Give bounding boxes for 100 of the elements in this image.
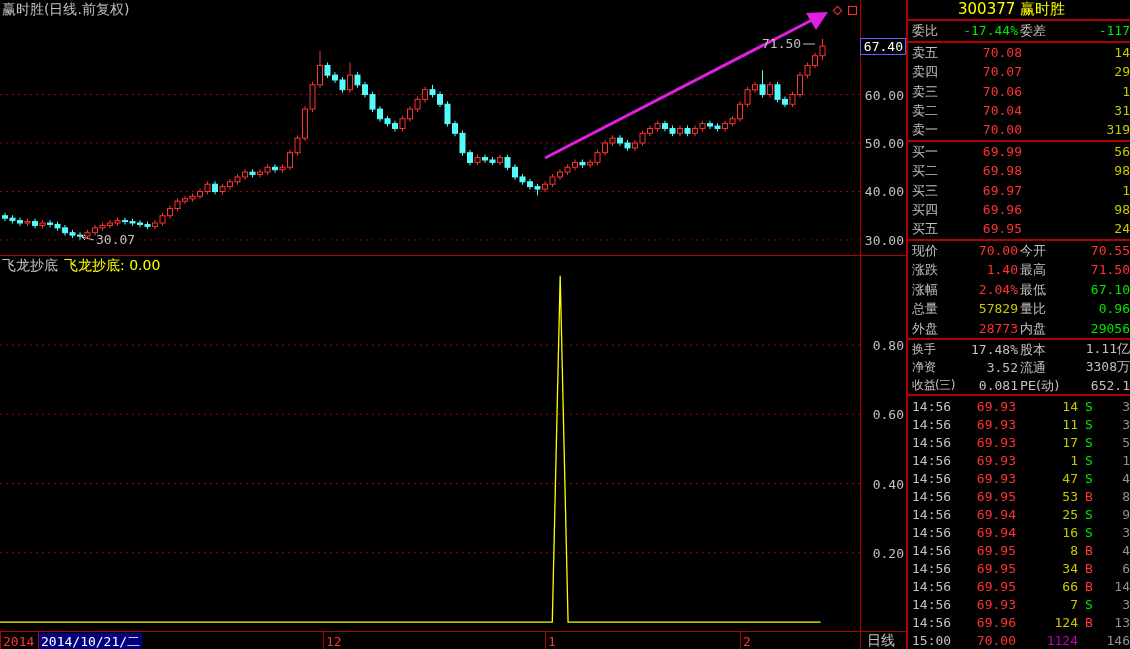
diamond-icon[interactable] xyxy=(832,5,843,16)
trade-volume: 14 xyxy=(1062,398,1078,414)
quote-label: 净资 xyxy=(912,358,936,376)
trade-side: S xyxy=(1085,416,1093,432)
trade-side: B xyxy=(1085,614,1093,630)
trade-time: 15:00 xyxy=(912,632,953,648)
quote-value: 70.55 xyxy=(1090,242,1130,258)
axis-label: 0.60 xyxy=(872,406,904,424)
axis-label: 50.00 xyxy=(864,135,904,152)
volume-value: 1 xyxy=(1122,182,1130,198)
price-value: 70.00 xyxy=(982,122,1022,138)
trade-side: S xyxy=(1085,434,1093,450)
quote-label: 内盘 xyxy=(1019,319,1047,337)
trade-time: 14:56 xyxy=(912,434,953,450)
volume-value: 14 xyxy=(1114,44,1130,60)
trade-count: 5 xyxy=(1122,434,1130,450)
trade-time: 14:56 xyxy=(912,578,953,594)
leader-line xyxy=(81,234,95,241)
quote-label: 涨跌 xyxy=(912,261,939,279)
trade-count: 3 xyxy=(1122,416,1130,432)
trade-price: 69.96 xyxy=(976,614,1016,630)
axis-label: 0.40 xyxy=(872,475,904,493)
volume-value: 24 xyxy=(1114,221,1130,237)
candlestick xyxy=(759,69,766,98)
quote-label: 委比 xyxy=(912,22,939,40)
quote-value: 67.10 xyxy=(1090,281,1130,297)
price-value: 69.95 xyxy=(982,221,1022,237)
trade-time: 14:56 xyxy=(912,560,953,576)
high-price-label: 71.50 xyxy=(762,36,802,51)
low-price-label: 30.07 xyxy=(96,232,136,247)
price-value: 70.08 xyxy=(982,44,1022,60)
date-label[interactable]: 2014 xyxy=(1,632,37,649)
trade-price: 69.95 xyxy=(976,578,1016,594)
price-value: 70.07 xyxy=(982,64,1022,80)
quote-value: 29056 xyxy=(1090,320,1130,336)
square-icon[interactable] xyxy=(848,6,857,15)
trade-count: 4 xyxy=(1122,542,1130,558)
trade-volume: 53 xyxy=(1062,488,1078,504)
quote-label: 现价 xyxy=(912,241,939,259)
axis-label: 60.00 xyxy=(864,86,904,104)
trade-volume: 11 xyxy=(1062,416,1078,432)
trade-count: 146 xyxy=(1106,632,1130,648)
candlestick xyxy=(272,163,278,174)
price-value: 69.96 xyxy=(982,201,1022,217)
trade-price: 69.94 xyxy=(976,524,1016,540)
axis-label: 40.00 xyxy=(864,183,904,201)
volume-value: 31 xyxy=(1114,102,1130,118)
trade-side: S xyxy=(1085,452,1093,468)
quote-value: -117 xyxy=(1098,23,1130,39)
trade-price: 69.95 xyxy=(976,488,1016,504)
leader-line xyxy=(802,43,816,45)
trade-count: 14 xyxy=(1114,578,1130,594)
level-label: 卖一 xyxy=(912,121,939,139)
trade-volume: 66 xyxy=(1062,578,1078,594)
level-label: 买三 xyxy=(912,181,939,199)
quote-label: 外盘 xyxy=(912,319,939,337)
level-label: 买五 xyxy=(912,220,939,238)
date-label[interactable]: 12 xyxy=(324,632,344,649)
quote-label: 委差 xyxy=(1019,22,1047,40)
level-label: 买二 xyxy=(912,162,939,180)
date-label[interactable]: 2 xyxy=(741,632,753,649)
level-label: 买四 xyxy=(912,200,939,218)
current-price-tag: 67.40 xyxy=(860,38,906,55)
volume-value: 1 xyxy=(1122,83,1130,99)
indicator-title: 飞龙抄底 xyxy=(2,257,58,275)
level-label: 卖五 xyxy=(912,43,939,61)
trade-side: B xyxy=(1085,488,1093,504)
quote-label: 今开 xyxy=(1019,241,1047,259)
indicator-value: 飞龙抄底: 0.00 xyxy=(64,257,161,275)
volume-value: 98 xyxy=(1114,201,1130,217)
quote-value: 0.081 xyxy=(978,377,1018,393)
quote-value: 2.04% xyxy=(978,281,1018,297)
volume-value: 98 xyxy=(1114,163,1130,179)
volume-value: 319 xyxy=(1106,122,1130,138)
quote-value: 17.48% xyxy=(971,341,1018,357)
trade-price: 69.93 xyxy=(976,452,1016,468)
quote-label: 流通 xyxy=(1019,358,1047,376)
candlestick xyxy=(347,62,353,94)
date-label[interactable]: 1 xyxy=(546,632,558,649)
date-label[interactable]: 2014/10/21/二 xyxy=(39,632,143,649)
trade-price: 69.94 xyxy=(976,506,1016,522)
trade-count: 3 xyxy=(1122,398,1130,414)
trade-time: 14:56 xyxy=(912,524,953,540)
quote-value: 28773 xyxy=(978,320,1018,336)
trade-price: 69.93 xyxy=(976,398,1016,414)
trade-volume: 124 xyxy=(1054,614,1078,630)
trade-time: 14:56 xyxy=(912,614,953,630)
period-label[interactable]: 日线 xyxy=(867,632,895,649)
trade-time: 14:56 xyxy=(912,488,953,504)
quote-value: 1.40 xyxy=(986,262,1018,278)
trade-volume: 16 xyxy=(1062,524,1078,540)
trade-side: S xyxy=(1085,470,1093,486)
quote-value: 71.50 xyxy=(1090,262,1130,278)
trade-time: 14:56 xyxy=(912,542,953,558)
trade-time: 14:56 xyxy=(912,452,953,468)
trade-count: 13 xyxy=(1114,614,1130,630)
level-label: 卖四 xyxy=(912,63,939,81)
trade-count: 6 xyxy=(1122,560,1130,576)
quote-label: 股本 xyxy=(1019,340,1047,358)
trade-price: 69.93 xyxy=(976,416,1016,432)
